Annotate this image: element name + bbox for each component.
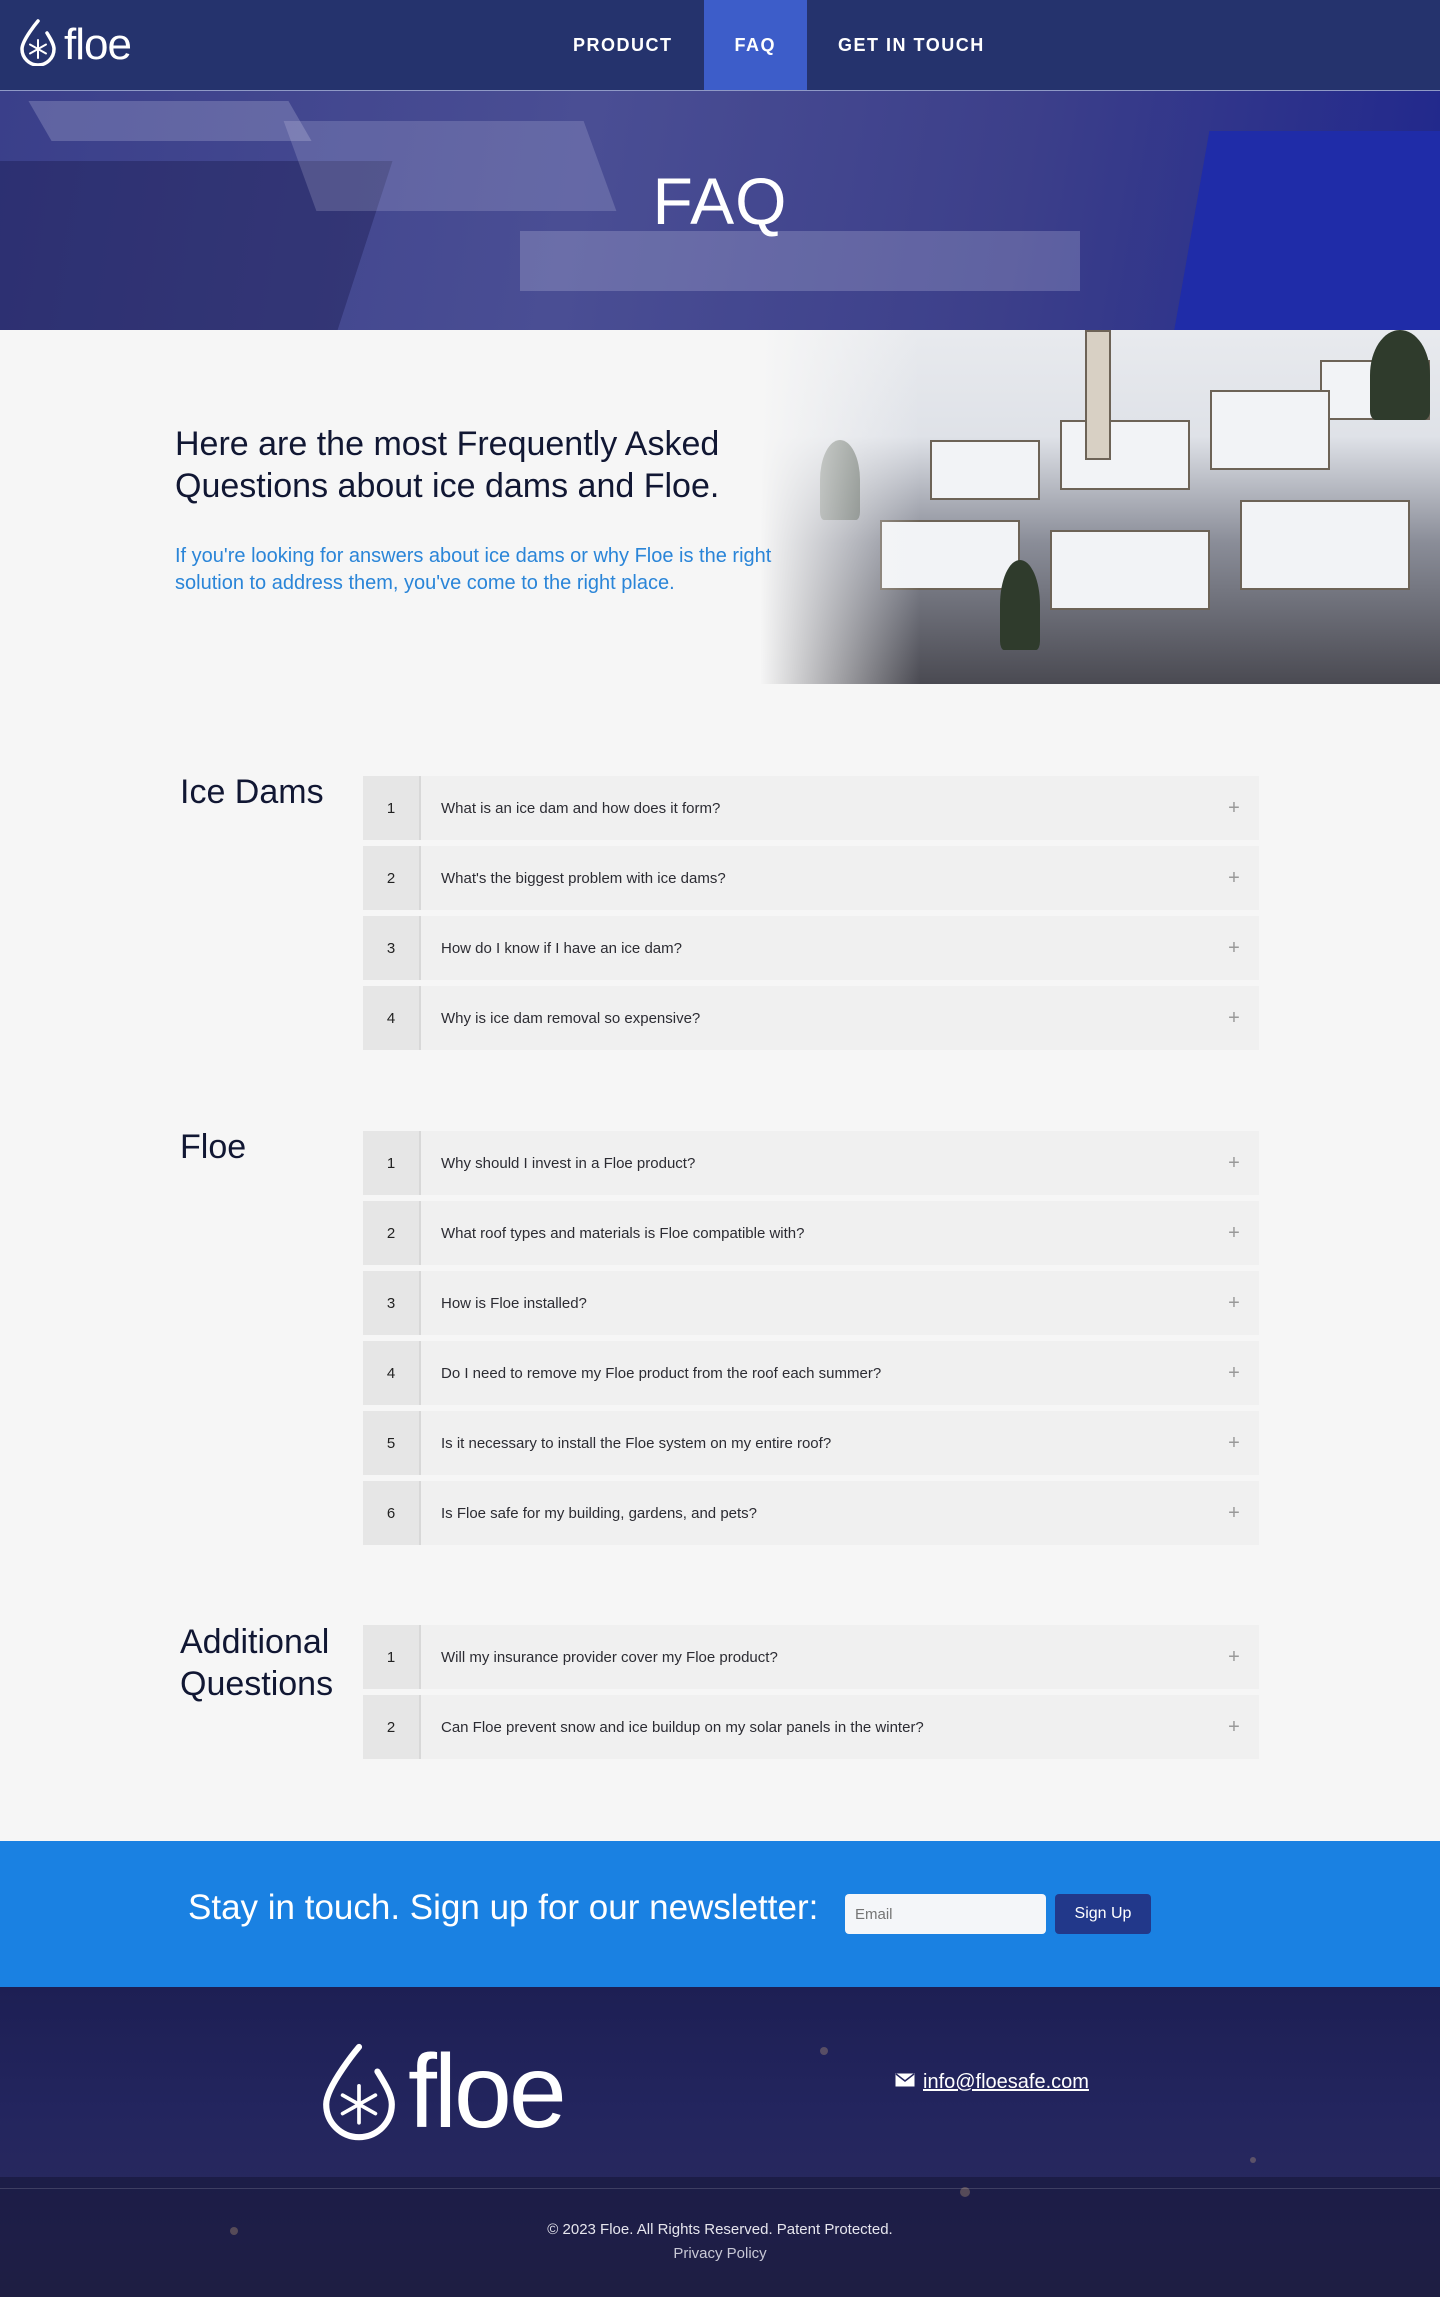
faq-item[interactable]: 1 Why should I invest in a Floe product?… [363, 1131, 1259, 1195]
nav-link-get-in-touch[interactable]: GET IN TOUCH [807, 0, 1016, 90]
intro-subtext: If you're looking for answers about ice … [175, 545, 772, 594]
intro-section: Here are the most Frequently Asked Quest… [0, 330, 1440, 684]
section-title-additional-questions: Additional Questions [180, 1621, 333, 1705]
house-shape [1210, 390, 1330, 470]
newsletter-title: Stay in touch. Sign up for our newslette… [188, 1888, 819, 1927]
faq-item[interactable]: 4 Do I need to remove my Floe product fr… [363, 1341, 1259, 1405]
nav-links: PRODUCT FAQ GET IN TOUCH [542, 0, 1016, 90]
tree-shape [1370, 330, 1430, 420]
section-title-line: Questions [180, 1665, 334, 1703]
expand-plus-icon[interactable]: + [1209, 846, 1259, 910]
expand-plus-icon[interactable]: + [1209, 1131, 1259, 1195]
faq-item[interactable]: 6 Is Floe safe for my building, gardens,… [363, 1481, 1259, 1545]
email-input[interactable] [845, 1894, 1046, 1934]
faq-number: 4 [363, 986, 421, 1050]
section-title-ice-dams: Ice Dams [180, 773, 324, 811]
hero-bg-shape [28, 101, 312, 141]
privacy-policy-link[interactable]: Privacy Policy [0, 2245, 1440, 2262]
expand-plus-icon[interactable]: + [1209, 1625, 1259, 1689]
footer-logo-text: floe [408, 2034, 567, 2150]
house-shape [1050, 530, 1210, 610]
faq-item[interactable]: 2 Can Floe prevent snow and ice buildup … [363, 1695, 1259, 1759]
faq-question: Why is ice dam removal so expensive? [421, 986, 1209, 1050]
faq-list-ice-dams: 1 What is an ice dam and how does it for… [363, 776, 1259, 1056]
footer-logo[interactable]: floe [318, 2034, 567, 2150]
faq-number: 4 [363, 1341, 421, 1405]
image-fade [760, 330, 920, 684]
expand-plus-icon[interactable]: + [1209, 1341, 1259, 1405]
faq-question: What is an ice dam and how does it form? [421, 776, 1209, 840]
faq-item[interactable]: 1 What is an ice dam and how does it for… [363, 776, 1259, 840]
faq-number: 2 [363, 1695, 421, 1759]
house-shape [1060, 420, 1190, 490]
faq-question: Can Floe prevent snow and ice buildup on… [421, 1695, 1209, 1759]
faq-item[interactable]: 3 How do I know if I have an ice dam? + [363, 916, 1259, 980]
copyright-text: © 2023 Floe. All Rights Reserved. Patent… [547, 2221, 893, 2238]
newsletter-section: Stay in touch. Sign up for our newslette… [0, 1841, 1440, 1987]
faq-number: 1 [363, 1625, 421, 1689]
expand-plus-icon[interactable]: + [1209, 1481, 1259, 1545]
intro-heading: Here are the most Frequently Asked Quest… [175, 425, 720, 505]
sign-up-button[interactable]: Sign Up [1055, 1894, 1151, 1934]
house-shape [1240, 500, 1410, 590]
faq-number: 3 [363, 1271, 421, 1335]
faq-question: What roof types and materials is Floe co… [421, 1201, 1209, 1265]
faq-list-additional: 1 Will my insurance provider cover my Fl… [363, 1625, 1259, 1765]
faq-question: Is Floe safe for my building, gardens, a… [421, 1481, 1209, 1545]
faq-question: Is it necessary to install the Floe syst… [421, 1411, 1209, 1475]
expand-plus-icon[interactable]: + [1209, 776, 1259, 840]
top-nav: floe PRODUCT FAQ GET IN TOUCH [0, 0, 1440, 91]
logo[interactable]: floe [18, 18, 132, 71]
faq-item[interactable]: 3 How is Floe installed? + [363, 1271, 1259, 1335]
footer-light [1250, 2157, 1256, 2163]
faq-number: 3 [363, 916, 421, 980]
footer-contact: info@floesafe.com [895, 2071, 1089, 2094]
expand-plus-icon[interactable]: + [1209, 986, 1259, 1050]
faq-question: What's the biggest problem with ice dams… [421, 846, 1209, 910]
expand-plus-icon[interactable]: + [1209, 1411, 1259, 1475]
floe-droplet-icon [318, 2038, 400, 2147]
faq-item[interactable]: 4 Why is ice dam removal so expensive? + [363, 986, 1259, 1050]
faq-question: Do I need to remove my Floe product from… [421, 1341, 1209, 1405]
faq-question: How is Floe installed? [421, 1271, 1209, 1335]
church-tower-shape [1085, 330, 1111, 460]
faq-number: 5 [363, 1411, 421, 1475]
faq-list-floe: 1 Why should I invest in a Floe product?… [363, 1131, 1259, 1551]
footer-divider [0, 2188, 1440, 2189]
email-link[interactable]: info@floesafe.com [923, 2071, 1089, 2094]
faq-item[interactable]: 1 Will my insurance provider cover my Fl… [363, 1625, 1259, 1689]
footer: floe info@floesafe.com © 2023 Floe. All … [0, 1987, 1440, 2297]
section-title-line: Additional [180, 1623, 330, 1661]
envelope-icon [895, 2073, 915, 2092]
faq-question: Will my insurance provider cover my Floe… [421, 1625, 1209, 1689]
page-title: FAQ [652, 164, 788, 238]
faq-number: 2 [363, 846, 421, 910]
nav-link-faq[interactable]: FAQ [703, 0, 808, 90]
hero-banner: FAQ [0, 91, 1440, 330]
expand-plus-icon[interactable]: + [1209, 1201, 1259, 1265]
expand-plus-icon[interactable]: + [1209, 1695, 1259, 1759]
faq-item[interactable]: 2 What roof types and materials is Floe … [363, 1201, 1259, 1265]
footer-light [820, 2047, 828, 2055]
faq-number: 1 [363, 1131, 421, 1195]
faq-number: 1 [363, 776, 421, 840]
section-title-floe: Floe [180, 1128, 247, 1166]
faq-number: 2 [363, 1201, 421, 1265]
floe-droplet-icon [18, 18, 58, 71]
nav-link-product[interactable]: PRODUCT [542, 0, 704, 90]
house-shape [930, 440, 1040, 500]
hero-bg-shape [520, 231, 1080, 291]
faq-number: 6 [363, 1481, 421, 1545]
faq-question: How do I know if I have an ice dam? [421, 916, 1209, 980]
expand-plus-icon[interactable]: + [1209, 916, 1259, 980]
faq-item[interactable]: 5 Is it necessary to install the Floe sy… [363, 1411, 1259, 1475]
tree-shape [1000, 560, 1040, 650]
logo-text: floe [64, 19, 132, 69]
expand-plus-icon[interactable]: + [1209, 1271, 1259, 1335]
snowy-village-image [760, 330, 1440, 684]
faq-item[interactable]: 2 What's the biggest problem with ice da… [363, 846, 1259, 910]
faq-question: Why should I invest in a Floe product? [421, 1131, 1209, 1195]
